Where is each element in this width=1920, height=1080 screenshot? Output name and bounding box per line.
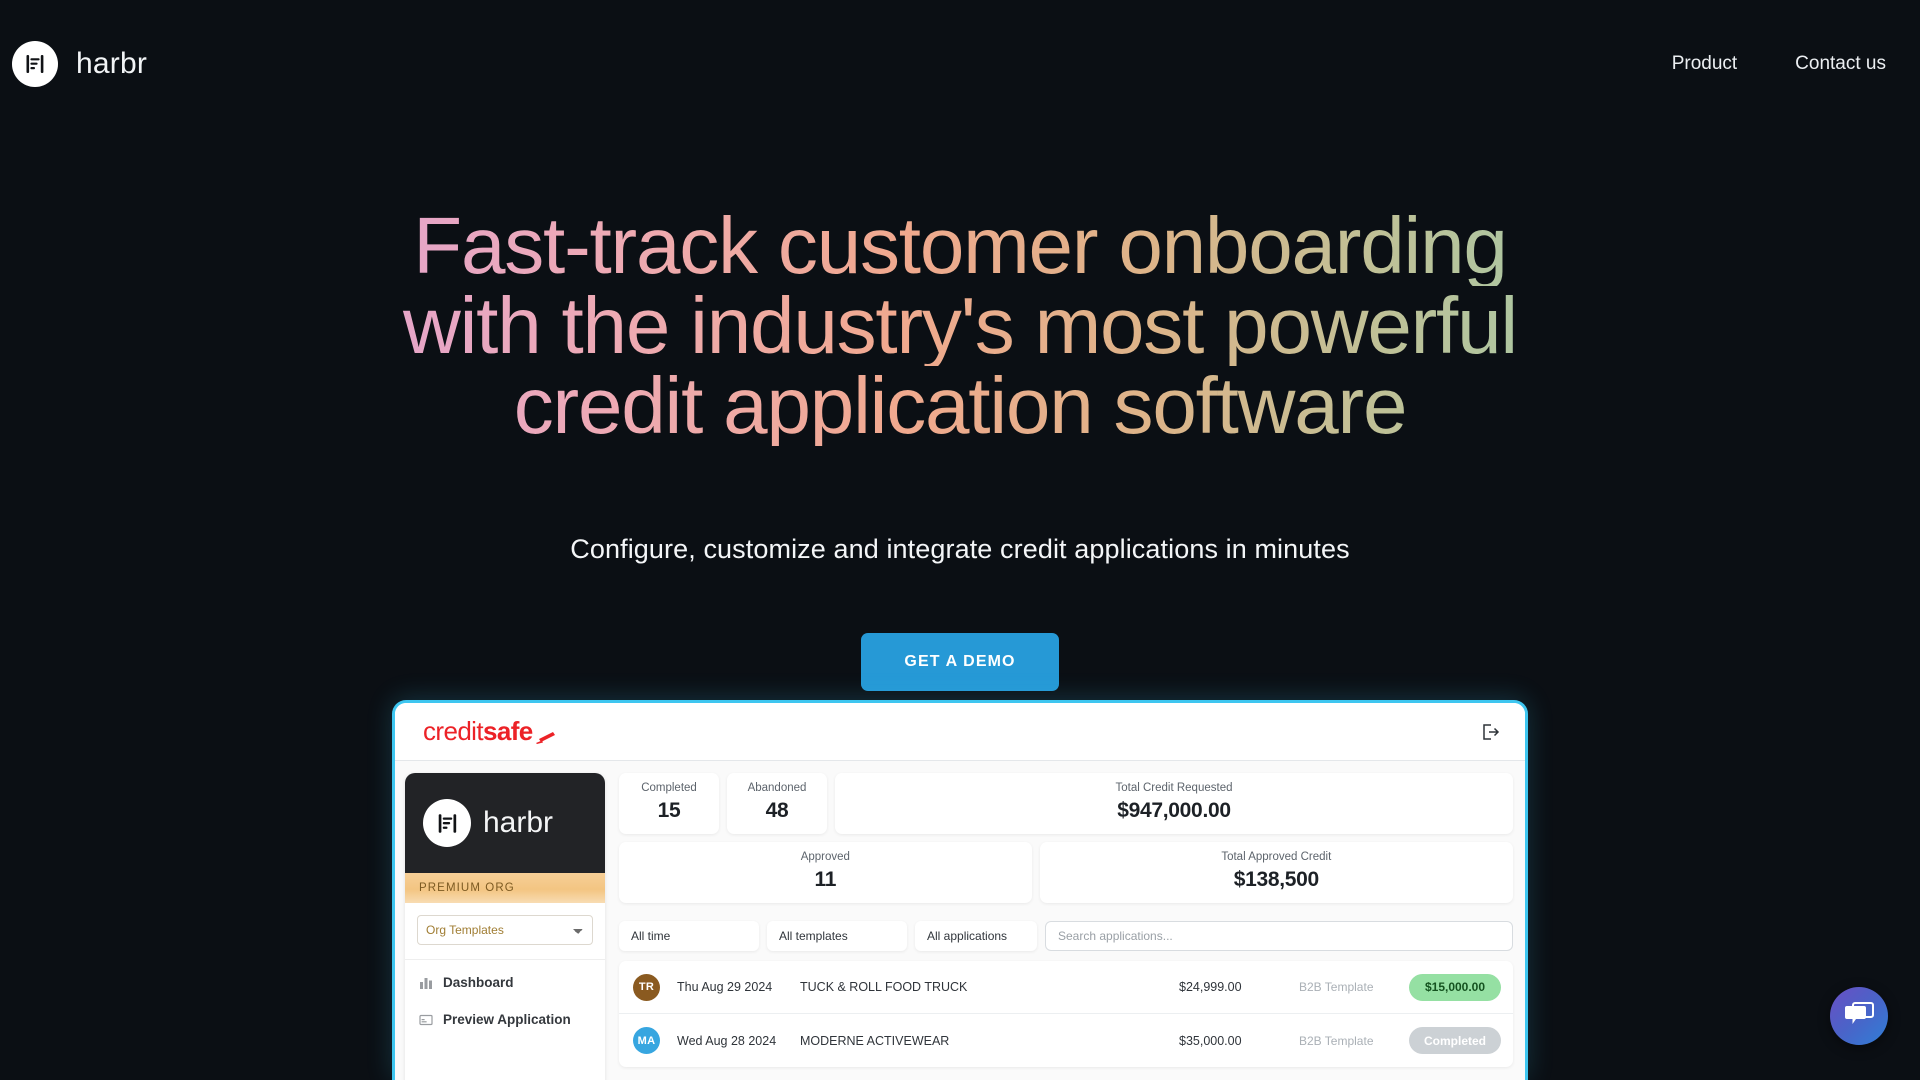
stats-row-2: Approved 11 Total Approved Credit $138,5… bbox=[619, 842, 1513, 903]
row-amount: $24,999.00 bbox=[1179, 980, 1242, 994]
stat-value: 48 bbox=[765, 799, 789, 822]
org-templates-container: Org Templates bbox=[405, 903, 605, 959]
harbr-logo-icon bbox=[423, 799, 471, 847]
top-navigation-bar: harbr Product Contact us bbox=[0, 0, 1920, 128]
avatar: TR bbox=[633, 973, 660, 1001]
headline-line-2: with the industry's most powerful bbox=[0, 286, 1920, 366]
search-input[interactable] bbox=[1045, 921, 1513, 951]
stat-card-abandoned: Abandoned 48 bbox=[727, 773, 827, 834]
cta-container: GET A DEMO bbox=[0, 633, 1920, 691]
sidebar-item-dashboard[interactable]: Dashboard bbox=[405, 964, 605, 1001]
creditsafe-flag-icon bbox=[535, 720, 556, 744]
landing-page: harbr Product Contact us Fast-track cust… bbox=[0, 0, 1920, 1080]
app-screenshot-mockup: credit safe harbr PREMIUM ORG Org Templa… bbox=[392, 700, 1528, 1080]
nav-link-contact-us[interactable]: Contact us bbox=[1795, 53, 1886, 75]
stat-label: Completed bbox=[641, 782, 697, 794]
stat-card-approved: Approved 11 bbox=[619, 842, 1032, 903]
app-body: harbr PREMIUM ORG Org Templates Dashboar… bbox=[395, 761, 1525, 1080]
stat-value: 11 bbox=[814, 868, 837, 891]
avatar: MA bbox=[633, 1027, 660, 1054]
stats-row-1: Completed 15 Abandoned 48 Total Credit R… bbox=[619, 773, 1513, 834]
premium-org-badge: PREMIUM ORG bbox=[405, 873, 605, 903]
headline-line-1: Fast-track customer onboarding bbox=[0, 206, 1920, 286]
sidebar-brand-name: harbr bbox=[483, 806, 554, 839]
row-date: Wed Aug 28 2024 bbox=[677, 1033, 777, 1048]
headline-line-3: credit application software bbox=[0, 366, 1920, 446]
get-a-demo-button[interactable]: GET A DEMO bbox=[861, 633, 1059, 691]
status-badge: $15,000.00 bbox=[1409, 973, 1501, 1001]
chat-bubble-icon bbox=[1844, 1000, 1874, 1033]
sidebar-item-label: Dashboard bbox=[443, 975, 514, 990]
brand-name: harbr bbox=[76, 47, 148, 80]
filter-all-applications[interactable]: All applications bbox=[915, 921, 1037, 951]
sidebar-item-preview-application[interactable]: Preview Application bbox=[405, 1001, 605, 1038]
brand-logo[interactable]: harbr bbox=[12, 41, 147, 87]
row-date: Thu Aug 29 2024 bbox=[677, 980, 773, 994]
hero-subtitle: Configure, customize and integrate credi… bbox=[570, 534, 1350, 564]
app-sidebar: harbr PREMIUM ORG Org Templates Dashboar… bbox=[405, 773, 605, 1080]
row-company: TUCK & ROLL FOOD TRUCK bbox=[800, 980, 968, 994]
page-title: Fast-track customer onboarding with the … bbox=[0, 128, 1920, 446]
row-template: B2B Template bbox=[1299, 1033, 1374, 1048]
table-row[interactable]: TR Thu Aug 29 2024 TUCK & ROLL FOOD TRUC… bbox=[619, 961, 1513, 1014]
chat-widget-button[interactable] bbox=[1830, 987, 1888, 1045]
row-template: B2B Template bbox=[1299, 980, 1374, 994]
stat-label: Abandoned bbox=[747, 782, 807, 794]
filter-row: All time All templates All applications bbox=[619, 921, 1513, 951]
org-templates-select[interactable]: Org Templates bbox=[417, 915, 593, 945]
nav-link-product[interactable]: Product bbox=[1672, 53, 1737, 75]
creditsafe-logo: credit safe bbox=[423, 716, 556, 747]
stat-label: Total Credit Requested bbox=[1115, 782, 1233, 794]
app-main-panel: Completed 15 Abandoned 48 Total Credit R… bbox=[605, 761, 1525, 1080]
stat-value: $947,000.00 bbox=[1117, 799, 1231, 822]
row-company: MODERNE ACTIVEWEAR bbox=[800, 1033, 950, 1048]
filter-all-time[interactable]: All time bbox=[619, 921, 759, 951]
stat-label: Approved bbox=[800, 851, 850, 863]
stat-value: $138,500 bbox=[1233, 868, 1320, 891]
harbr-logo-icon bbox=[12, 41, 58, 87]
row-amount: $35,000.00 bbox=[1179, 1033, 1242, 1048]
chart-icon bbox=[419, 976, 433, 990]
sidebar-nav: Dashboard Preview Application bbox=[405, 959, 605, 1080]
stat-card-total-approved-credit: Total Approved Credit $138,500 bbox=[1039, 842, 1513, 903]
stat-card-total-credit-requested: Total Credit Requested $947,000.00 bbox=[835, 773, 1513, 834]
stat-value: 15 bbox=[657, 799, 681, 822]
hero-section: Fast-track customer onboarding with the … bbox=[0, 128, 1920, 691]
sidebar-item-label: Preview Application bbox=[443, 1012, 571, 1027]
status-badge: Completed bbox=[1409, 1027, 1501, 1054]
nav-links: Product Contact us bbox=[1672, 53, 1896, 75]
applications-table: TR Thu Aug 29 2024 TUCK & ROLL FOOD TRUC… bbox=[619, 961, 1513, 1067]
creditsafe-logo-bold: safe bbox=[482, 716, 533, 746]
sidebar-brand: harbr bbox=[405, 773, 605, 873]
stat-card-completed: Completed 15 bbox=[619, 773, 719, 834]
table-row[interactable]: MA Wed Aug 28 2024 MODERNE ACTIVEWEAR $3… bbox=[619, 1014, 1513, 1067]
stat-label: Total Approved Credit bbox=[1221, 851, 1332, 863]
creditsafe-logo-light: credit bbox=[423, 716, 484, 746]
app-topbar: credit safe bbox=[395, 703, 1525, 761]
logout-icon[interactable] bbox=[1479, 721, 1501, 743]
filter-all-templates[interactable]: All templates bbox=[767, 921, 907, 951]
window-icon bbox=[419, 1013, 433, 1027]
